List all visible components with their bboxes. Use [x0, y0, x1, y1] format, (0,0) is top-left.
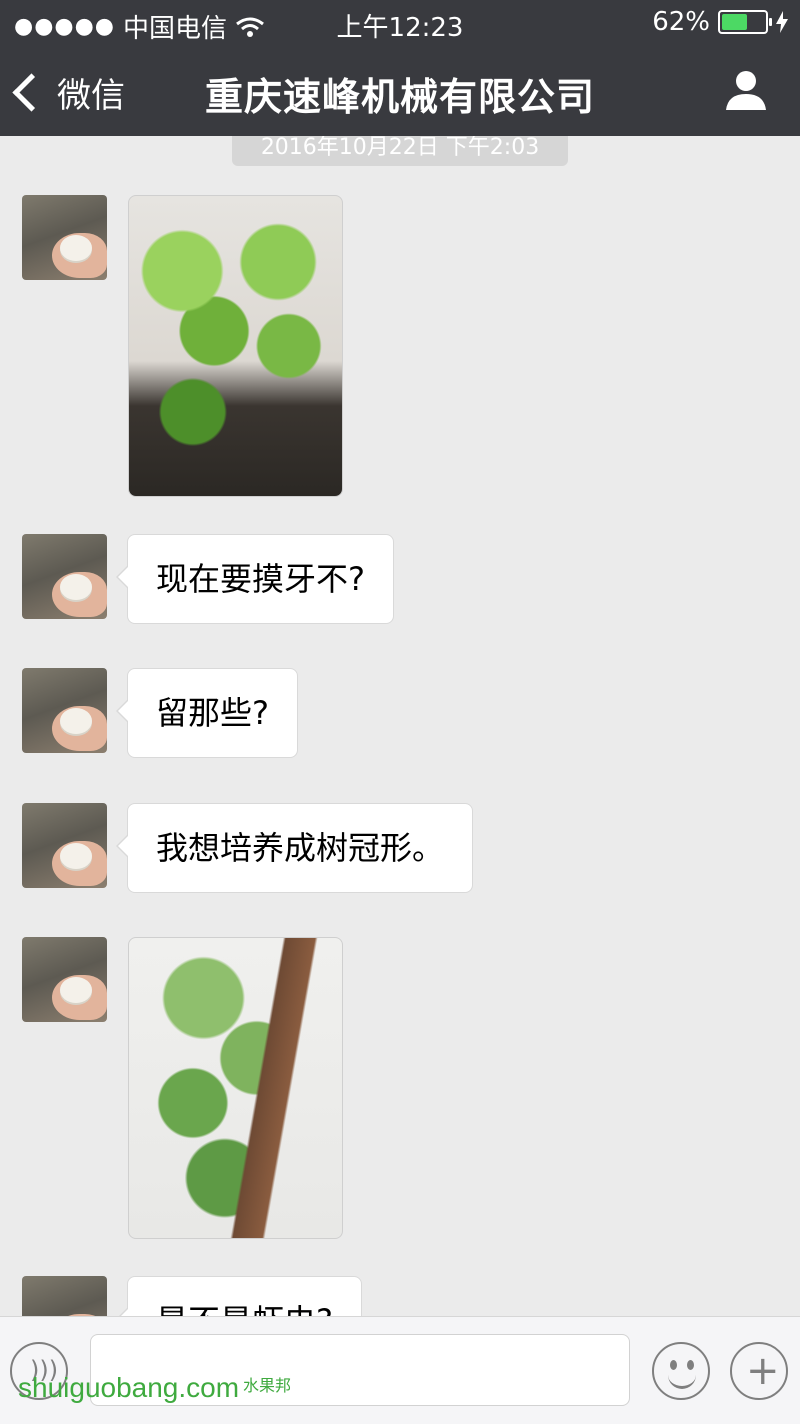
message-timestamp: 2016年10月22日 下午2:03: [232, 136, 568, 166]
message-bubble[interactable]: 留那些?: [116, 668, 298, 758]
avatar-stone: [60, 235, 92, 261]
profile-icon[interactable]: [724, 68, 768, 112]
sender-avatar[interactable]: [22, 1276, 107, 1316]
avatar-stone: [60, 708, 92, 734]
watermark-cn: 水果邦: [243, 1378, 292, 1395]
sender-avatar[interactable]: [22, 803, 107, 888]
message-photo-vine-stem[interactable]: [128, 937, 343, 1239]
message-bubble[interactable]: 我想培养成树冠形。: [115, 803, 474, 893]
top-bar: ●●●●● 中国电信 上午12:23 62% 微信 重庆速峰机械有限公司: [0, 0, 800, 136]
battery-percent: 62%: [652, 7, 710, 37]
more-button[interactable]: +: [730, 1342, 788, 1400]
avatar-stone: [60, 843, 92, 869]
message-bubble[interactable]: 现在要摸牙不?: [116, 534, 394, 624]
avatar-stone: [60, 574, 92, 600]
sender-avatar[interactable]: [22, 937, 107, 1022]
battery-icon: [718, 10, 772, 34]
navigation-bar: 微信 重庆速峰机械有限公司: [0, 46, 800, 136]
plus-icon: +: [746, 1348, 780, 1394]
sender-avatar[interactable]: [22, 195, 107, 280]
emoji-button[interactable]: [652, 1342, 710, 1400]
battery-fill: [722, 14, 748, 30]
status-right: 62%: [652, 7, 788, 37]
input-bar: ))) +: [0, 1316, 800, 1424]
status-bar: ●●●●● 中国电信 上午12:23 62%: [0, 0, 800, 46]
avatar-stone: [60, 977, 92, 1003]
watermark-text: shuiguobang.com: [18, 1372, 240, 1403]
emoji-eye-left: [670, 1360, 677, 1370]
emoji-eye-right: [687, 1360, 694, 1370]
message-bubble[interactable]: 是不是虾虫?: [116, 1276, 362, 1316]
emoji-mouth: [668, 1372, 696, 1389]
chat-title: 重庆速峰机械有限公司: [204, 75, 595, 119]
watermark: shuiguobang.com 水果邦: [18, 1372, 291, 1404]
charging-bolt-icon: [776, 11, 788, 33]
sender-avatar[interactable]: [22, 668, 107, 753]
chat-area[interactable]: 2016年10月22日 下午2:03 现在要摸牙不? 留那些? 我想培养成树冠形…: [0, 136, 800, 1316]
sender-avatar[interactable]: [22, 534, 107, 619]
message-photo-grapevine[interactable]: [128, 195, 343, 497]
